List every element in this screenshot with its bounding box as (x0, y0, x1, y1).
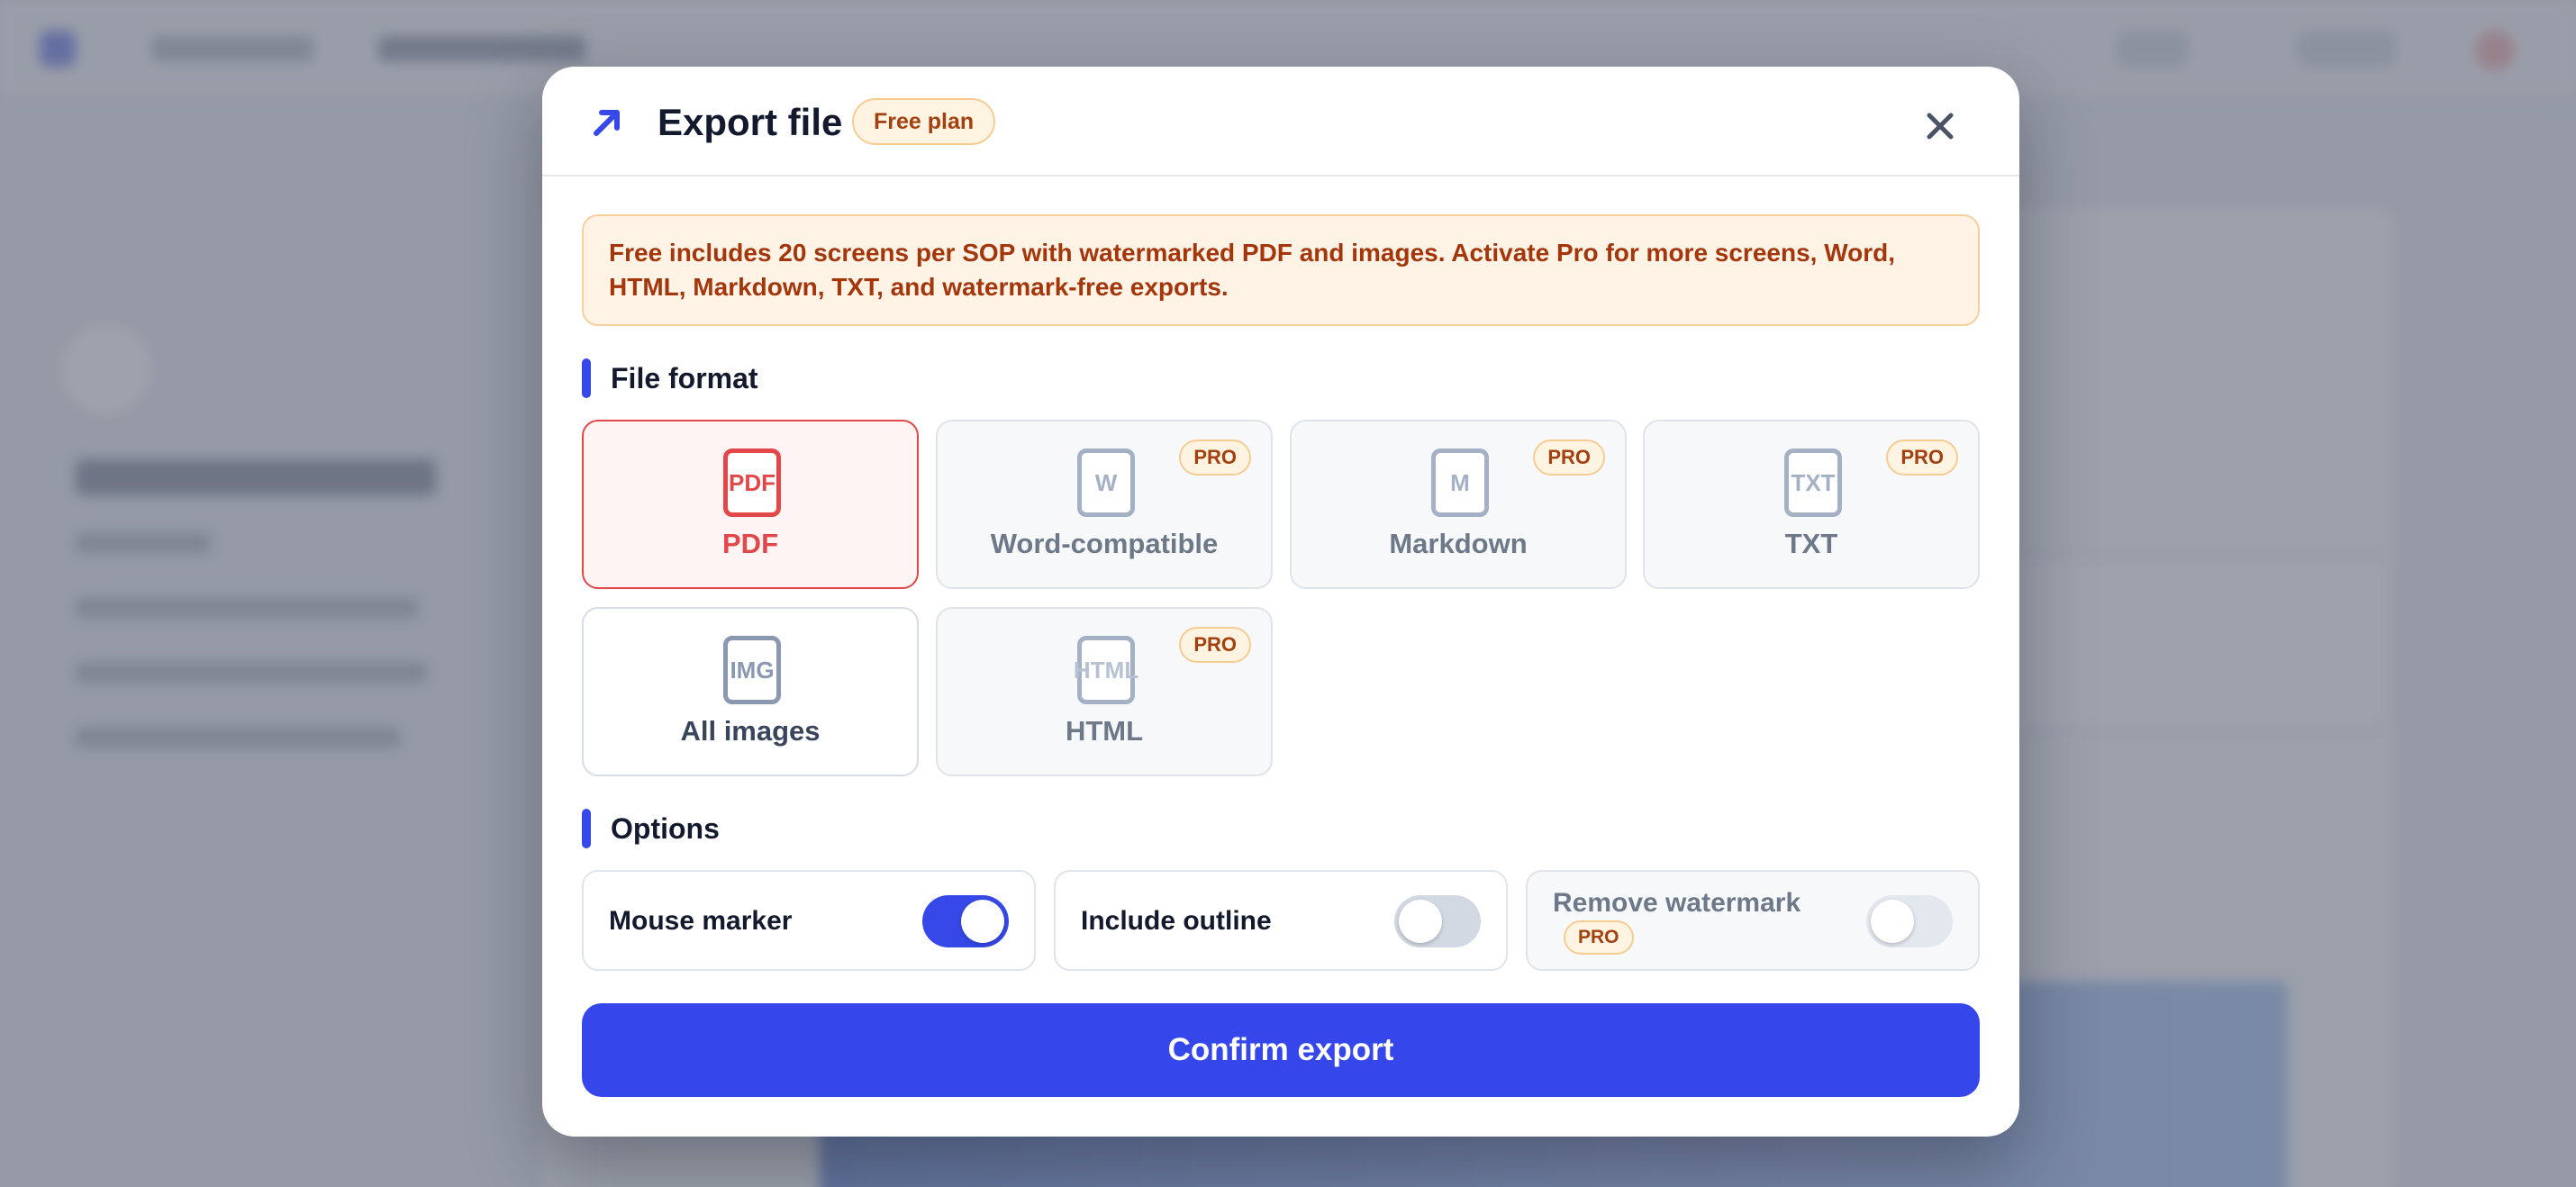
section-label: Options (611, 811, 720, 845)
section-accent-bar (582, 809, 591, 848)
section-accent-bar (582, 358, 591, 398)
format-option-label: Word-compatible (990, 528, 1219, 559)
option-include-outline: Include outline (1054, 870, 1508, 971)
file-format-section-title: File format (582, 358, 758, 398)
format-option-label: PDF (722, 528, 778, 559)
export-dialog: Export file Free plan Free includes 20 s… (542, 67, 2019, 1137)
free-plan-notice: Free includes 20 screens per SOP with wa… (582, 214, 1980, 326)
toggle-knob (961, 900, 1004, 943)
remove-watermark-toggle[interactable] (1866, 895, 1953, 947)
markdown-file-icon: M (1431, 449, 1489, 517)
pro-badge: PRO (1179, 439, 1251, 476)
image-file-icon: IMG (723, 636, 781, 704)
pdf-file-icon: PDF (723, 449, 781, 517)
format-option-label: Markdown (1389, 528, 1528, 559)
pro-badge: PRO (1179, 627, 1251, 663)
html-file-icon: HTML (1074, 636, 1138, 704)
format-option-label: TXT (1784, 528, 1838, 559)
option-label: Remove watermark (1553, 888, 1801, 918)
txt-file-icon: TXT (1784, 449, 1842, 517)
confirm-export-button[interactable]: Confirm export (582, 1003, 1980, 1097)
option-mouse-marker: Mouse marker (582, 870, 1036, 971)
close-icon[interactable] (1920, 106, 1960, 146)
option-label: Mouse marker (609, 906, 793, 936)
toggle-knob (1399, 900, 1442, 943)
format-option-label: All images (680, 715, 821, 747)
arrow-up-right-icon (594, 110, 620, 136)
format-option-all-images[interactable]: IMG All images (582, 607, 919, 776)
dialog-title: Export file (658, 101, 843, 143)
pro-badge: PRO (1533, 439, 1605, 476)
include-outline-toggle[interactable] (1394, 895, 1481, 947)
toggle-knob (1871, 900, 1914, 943)
format-option-markdown[interactable]: PRO M Markdown (1290, 420, 1627, 589)
format-option-html[interactable]: PRO HTML HTML (936, 607, 1273, 776)
word-file-icon: W (1077, 449, 1135, 517)
pro-badge: PRO (1564, 920, 1634, 955)
plan-badge: Free plan (852, 98, 996, 145)
option-label: Include outline (1081, 906, 1272, 936)
dialog-header: Export file Free plan (542, 67, 2019, 177)
options-section-title: Options (582, 809, 720, 848)
mouse-marker-toggle[interactable] (922, 895, 1009, 947)
option-remove-watermark: Remove watermark PRO (1526, 870, 1980, 971)
format-option-pdf[interactable]: PDF PDF (582, 420, 919, 589)
pro-badge: PRO (1886, 439, 1958, 476)
format-option-word[interactable]: PRO W Word-compatible (936, 420, 1273, 589)
format-option-txt[interactable]: PRO TXT TXT (1643, 420, 1980, 589)
section-label: File format (611, 361, 758, 394)
format-option-label: HTML (1065, 715, 1144, 747)
